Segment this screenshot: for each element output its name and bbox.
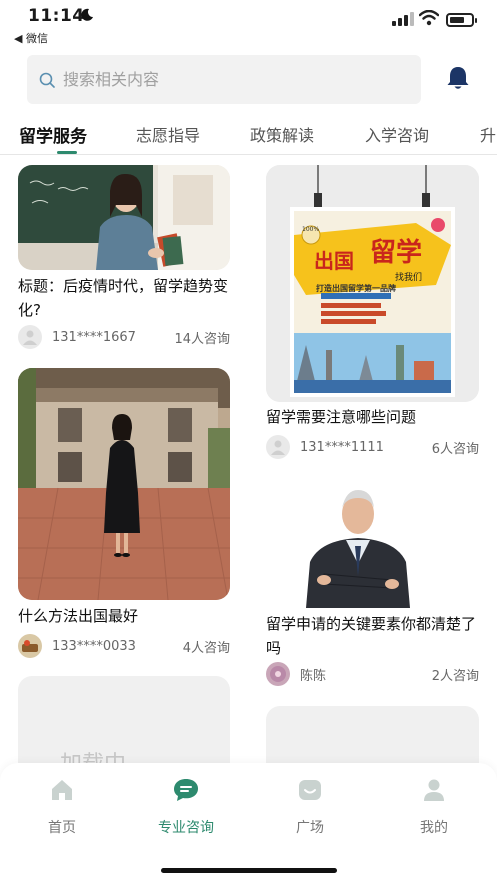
battery-icon (446, 13, 477, 27)
status-bar: 11:14 ◀ 微信 (0, 0, 497, 48)
tab-admission[interactable]: 入学咨询 (365, 122, 429, 146)
signal-icon (392, 12, 414, 26)
bottom-nav: 首页 专业咨询 广场 我的 (0, 763, 497, 883)
user-icon (271, 440, 285, 455)
category-tabs: 留学服务 志愿指导 政策解读 入学咨询 升 (0, 114, 497, 154)
card-user: 131****1667 (52, 329, 136, 345)
avatar (266, 662, 290, 686)
status-time: 11:14 (28, 6, 85, 26)
card-user: 133****0033 (52, 638, 136, 654)
consult-count: 6人咨询 (431, 441, 479, 457)
poster-title-left: 出国 (314, 249, 354, 273)
bell-icon[interactable] (444, 64, 472, 92)
card-title[interactable]: 什么方法出国最好 (18, 604, 230, 628)
card-user: 131****1111 (300, 439, 384, 455)
food-avatar-icon (22, 640, 38, 652)
poster-tag: 找我们 (395, 273, 423, 283)
poster-title-right: 留学 (370, 238, 423, 268)
user-icon (424, 779, 444, 801)
card-meta: 133****0033 4人咨询 (18, 634, 230, 658)
moon-icon (81, 8, 93, 21)
flower-avatar-icon (270, 666, 286, 682)
tab-volunteer-guide[interactable]: 志愿指导 (136, 122, 200, 146)
search-input[interactable] (63, 70, 383, 89)
card-user: 陈陈 (300, 668, 327, 684)
tab-policy[interactable]: 政策解读 (250, 122, 314, 146)
user-icon (23, 330, 37, 345)
chat-icon (174, 779, 198, 801)
poster-slogan: 打造出国留学第一品牌 (316, 284, 396, 293)
card-title[interactable]: 标题：后疫情时代，留学趋势变化? (18, 274, 230, 322)
tabs-divider (0, 154, 497, 155)
tab-study-abroad[interactable]: 留学服务 (19, 122, 87, 147)
wifi-icon (419, 10, 439, 26)
avatar (266, 435, 290, 459)
consult-count: 14人咨询 (174, 331, 230, 347)
card-title[interactable]: 留学需要注意哪些问题 (266, 405, 479, 429)
nav-square-label: 广场 (296, 820, 324, 836)
nav-consult[interactable]: 专业咨询 (141, 777, 231, 837)
avatar (18, 325, 42, 349)
consult-count: 4人咨询 (182, 640, 230, 656)
nav-profile[interactable]: 我的 (389, 777, 479, 837)
search-bar[interactable] (27, 55, 421, 104)
card-image-teacher[interactable] (18, 165, 230, 270)
nav-profile-label: 我的 (420, 820, 448, 836)
home-indicator (161, 868, 337, 873)
search-icon (39, 72, 55, 88)
nav-home[interactable]: 首页 (17, 777, 107, 837)
avatar (18, 634, 42, 658)
card-image-businessman[interactable] (266, 484, 479, 608)
card-title[interactable]: 留学申请的关键要素你都清楚了吗 (266, 612, 479, 660)
back-to-app-link[interactable]: ◀ 微信 (14, 30, 48, 46)
nav-consult-label: 专业咨询 (158, 820, 214, 836)
nav-square[interactable]: 广场 (265, 777, 355, 837)
card-meta: 131****1111 6人咨询 (266, 435, 479, 459)
card-meta: 陈陈 2人咨询 (266, 662, 479, 686)
card-image-campus[interactable] (18, 368, 230, 600)
home-icon (52, 780, 72, 800)
poster-badge: 100% (302, 226, 320, 233)
tab-more[interactable]: 升 (480, 122, 496, 146)
nav-home-label: 首页 (48, 820, 76, 836)
smile-icon (299, 780, 321, 800)
card-meta: 131****1667 14人咨询 (18, 325, 230, 349)
consult-count: 2人咨询 (431, 668, 479, 684)
